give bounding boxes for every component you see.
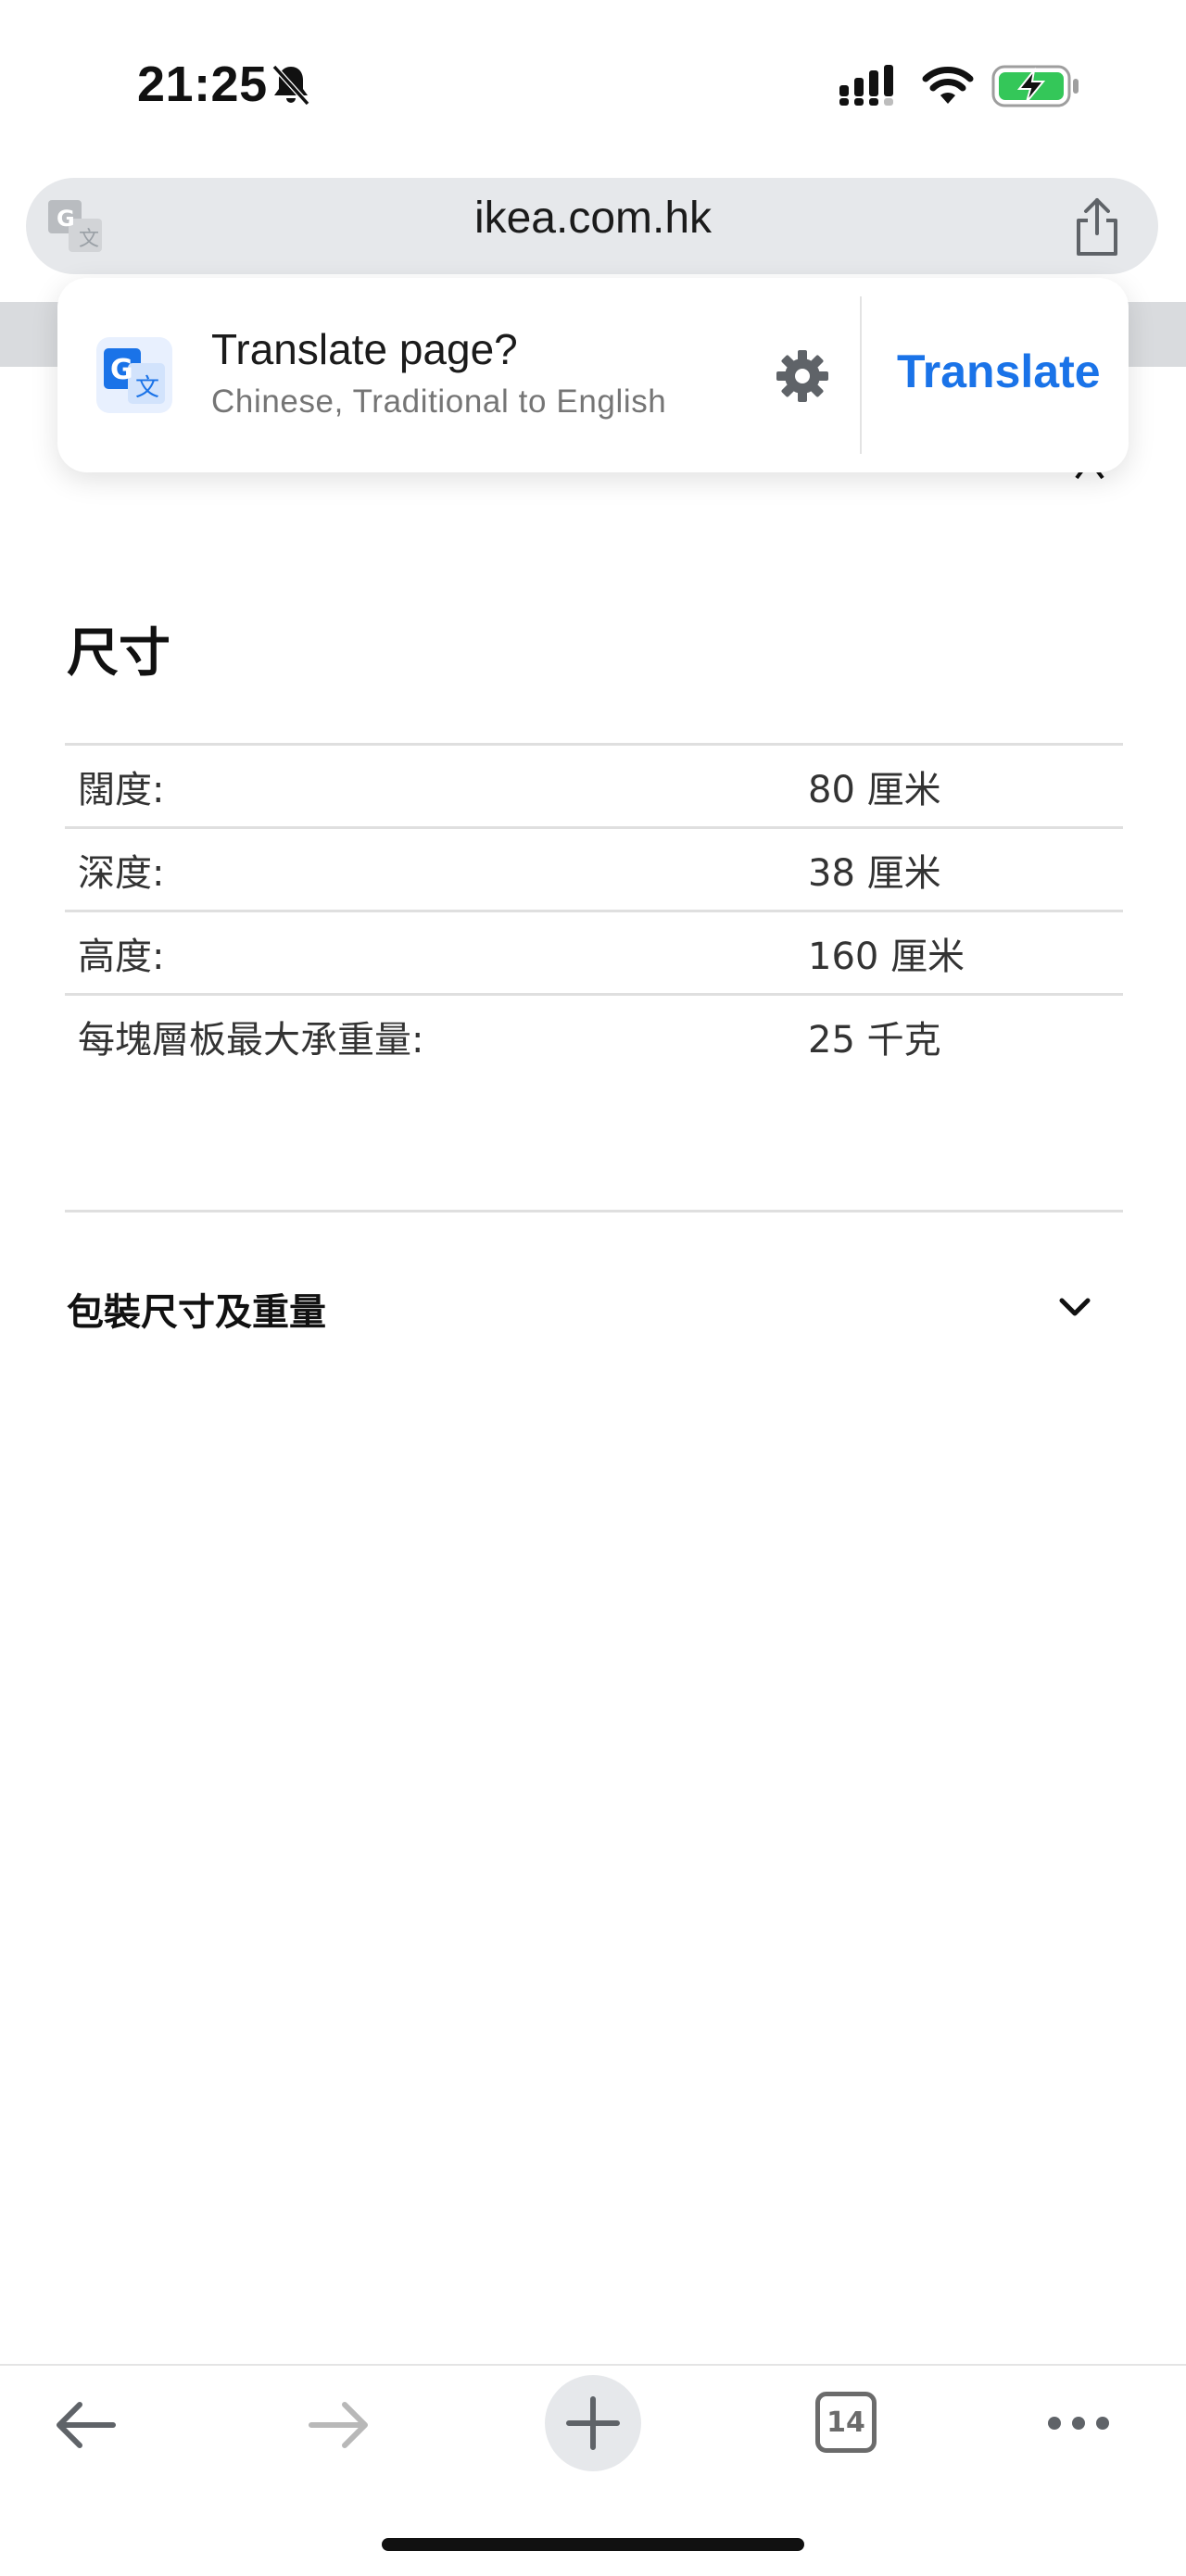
svg-text:G: G — [110, 354, 133, 386]
home-indicator — [382, 2538, 804, 2551]
forward-arrow-icon[interactable] — [306, 2399, 372, 2451]
url-text[interactable]: ikea.com.hk — [0, 193, 1186, 244]
table-row: 闊度: 80 厘米 — [65, 743, 1123, 828]
table-row: 高度: 160 厘米 — [65, 910, 1123, 995]
google-translate-icon: G 文 — [96, 337, 172, 413]
share-icon[interactable] — [1069, 196, 1125, 258]
row-label: 每塊層板最大承重量: — [65, 993, 808, 1076]
table-row: 深度: 38 厘米 — [65, 826, 1123, 911]
gear-icon[interactable] — [775, 348, 830, 404]
plus-icon — [566, 2396, 620, 2450]
row-label: 深度: — [65, 826, 808, 911]
translate-title: Translate page? — [211, 325, 518, 373]
bell-slash-icon — [271, 64, 310, 107]
page-content — [0, 367, 1186, 2368]
status-time: 21:25 — [137, 57, 268, 112]
row-value: 38 厘米 — [808, 826, 1123, 911]
row-label: 高度: — [65, 910, 808, 995]
back-arrow-icon[interactable] — [52, 2399, 119, 2451]
translate-subtitle: Chinese, Traditional to English — [211, 383, 667, 420]
row-value: 160 厘米 — [808, 910, 1123, 995]
card-divider — [860, 296, 862, 454]
row-value: 80 厘米 — [808, 743, 1123, 828]
translate-button[interactable]: Translate — [897, 345, 1101, 398]
row-value: 25 千克 — [808, 993, 1123, 1076]
svg-text:文: 文 — [135, 374, 159, 402]
package-section-title[interactable]: 包裝尺寸及重量 — [67, 1282, 326, 1336]
battery-charging-icon — [991, 65, 1079, 107]
dimensions-table: 闊度: 80 厘米 深度: 38 厘米 高度: 160 厘米 每塊層板最大承重量… — [65, 743, 1123, 1076]
chevron-down-icon[interactable] — [1056, 1295, 1093, 1321]
new-tab-button[interactable] — [545, 2375, 641, 2471]
row-label: 闊度: — [65, 743, 808, 828]
section-divider — [65, 1210, 1123, 1213]
table-row: 每塊層板最大承重量: 25 千克 — [65, 993, 1123, 1076]
cellular-signal-icon — [839, 65, 893, 106]
toolbar-divider — [0, 2364, 1186, 2366]
dimensions-title: 尺寸 — [67, 623, 170, 682]
more-icon[interactable] — [1045, 2412, 1112, 2434]
wifi-icon — [922, 67, 974, 104]
tabs-button[interactable]: 14 — [815, 2392, 877, 2453]
